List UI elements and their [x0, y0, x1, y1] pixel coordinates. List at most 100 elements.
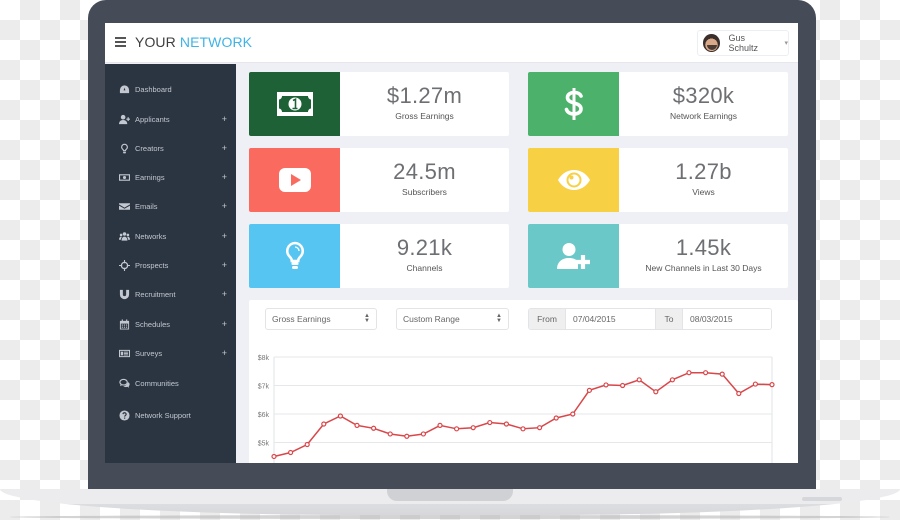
sidebar-item-schedules[interactable]: Schedules + — [105, 313, 236, 335]
data-point — [686, 370, 692, 376]
sidebar-item-label: Emails — [135, 201, 158, 211]
sidebar-item-networks[interactable]: Networks + — [105, 225, 236, 247]
menu-icon[interactable] — [115, 37, 126, 47]
add-user-icon — [118, 113, 130, 125]
from-date-input[interactable]: 07/04/2015 — [566, 309, 656, 329]
crosshairs-icon — [118, 259, 130, 271]
data-point — [321, 421, 327, 427]
data-point — [669, 377, 675, 383]
chart-panel: Gross Earnings ▲ ▼ Custom Range ▲ ▼ From 0… — [249, 300, 798, 463]
card-icon-bg — [249, 224, 340, 288]
expand-plus-icon[interactable]: + — [222, 231, 227, 241]
from-label: From — [529, 309, 566, 329]
metric-select[interactable]: Gross Earnings ▲ ▼ — [265, 308, 377, 330]
brand-text-primary: YOUR — [135, 34, 176, 50]
money-bill-icon — [276, 92, 313, 116]
data-point — [437, 422, 443, 429]
stat-label: Subscribers — [402, 187, 447, 197]
laptop-notch — [387, 489, 513, 501]
data-point — [586, 387, 592, 393]
earnings-line-chart: $5k $6k $7k $8k — [258, 355, 775, 463]
stat-value: $320k — [672, 83, 735, 108]
data-point — [287, 449, 294, 456]
data-point — [420, 431, 426, 437]
y-tick-label: $8k — [258, 355, 270, 362]
user-name: Gus Schultz — [728, 33, 758, 53]
expand-plus-icon[interactable]: + — [222, 114, 227, 124]
stat-label: Network Earnings — [669, 111, 738, 121]
laptop-shadow — [10, 515, 890, 519]
sidebar-item-prospects[interactable]: Prospects + — [105, 254, 236, 276]
card-icon-bg — [249, 148, 340, 212]
sidebar-item-label: Applicants — [135, 114, 170, 124]
stat-label: Channels — [406, 263, 443, 273]
brand-logo[interactable]: YOUR NETWORK — [135, 34, 252, 50]
comments-icon — [118, 377, 130, 389]
data-point — [719, 371, 725, 377]
data-point — [470, 425, 476, 431]
lightbulb-icon — [118, 142, 130, 154]
expand-plus-icon[interactable]: + — [222, 260, 227, 270]
dashboard-icon — [118, 83, 130, 95]
sidebar-item-surveys[interactable]: Surveys + — [105, 342, 236, 364]
user-menu[interactable]: Gus Schultz ▾ — [697, 30, 789, 56]
card-icon-bg — [249, 72, 340, 136]
stat-value: $1.27m — [386, 83, 463, 108]
expand-plus-icon[interactable]: + — [222, 172, 227, 182]
data-point — [620, 382, 626, 389]
sidebar-item-label: Creators — [135, 143, 164, 153]
youtube-play-icon — [278, 168, 311, 192]
stat-label: Gross Earnings — [395, 111, 454, 121]
sidebar-item-earnings[interactable]: Earnings + — [105, 166, 236, 188]
question-circle-icon — [118, 409, 130, 421]
expand-plus-icon[interactable]: + — [222, 319, 227, 329]
sidebar-item-communities[interactable]: Communities — [105, 372, 236, 394]
sidebar-item-emails[interactable]: Emails + — [105, 195, 236, 217]
range-select-value: Custom Range — [403, 314, 460, 324]
card-body: 1.45k New Channels in Last 30 Days — [619, 224, 788, 288]
expand-plus-icon[interactable]: + — [222, 348, 227, 358]
data-point — [752, 381, 758, 387]
avatar — [703, 34, 721, 52]
stat-card-subscribers[interactable]: 24.5m Subscribers — [249, 148, 509, 212]
card-body: 24.5m Subscribers — [340, 148, 509, 212]
data-point — [769, 382, 775, 388]
data-point — [736, 390, 742, 397]
stat-card-network-earnings[interactable]: $320k Network Earnings — [528, 72, 788, 136]
sidebar-item-label: Surveys — [135, 348, 163, 358]
to-label: To — [656, 309, 683, 329]
sidebar-item-label: Earnings — [135, 172, 165, 182]
expand-plus-icon[interactable]: + — [222, 201, 227, 211]
card-body: 1.27b Views — [619, 148, 788, 212]
lightbulb-icon — [285, 241, 304, 269]
card-body: $320k Network Earnings — [619, 72, 788, 136]
range-select[interactable]: Custom Range ▲ ▼ — [396, 308, 509, 330]
stat-card-new-channels[interactable]: 1.45k New Channels in Last 30 Days — [528, 224, 788, 288]
sidebar-item-applicants[interactable]: Applicants + — [105, 108, 236, 130]
stat-label: New Channels in Last 30 Days — [645, 263, 762, 273]
data-point — [404, 433, 410, 439]
sidebar-item-recruitment[interactable]: Recruitment + — [105, 283, 236, 305]
data-point — [603, 382, 609, 388]
stat-value: 24.5m — [393, 159, 456, 184]
date-range-group: From 07/04/2015 To 08/03/2015 — [528, 308, 772, 330]
stat-card-channels[interactable]: 9.21k Channels — [249, 224, 509, 288]
sidebar-item-creators[interactable]: Creators + — [105, 137, 236, 159]
sidebar-item-label: Networks — [135, 231, 167, 241]
y-tick-label: $7k — [258, 384, 270, 391]
sidebar-item-dashboard[interactable]: Dashboard — [105, 78, 236, 100]
y-tick-label: $5k — [258, 441, 270, 448]
stat-value: 9.21k — [396, 235, 453, 260]
expand-plus-icon[interactable]: + — [222, 289, 227, 299]
to-date-input[interactable]: 08/03/2015 — [683, 309, 771, 329]
stat-value: 1.27b — [675, 159, 732, 184]
card-icon-bg — [528, 148, 619, 212]
chevron-down-icon: ▾ — [784, 40, 788, 47]
data-point — [520, 426, 526, 432]
user-plus-icon — [556, 243, 590, 269]
sidebar-item-network-support[interactable]: Network Support — [105, 404, 236, 426]
stat-card-views[interactable]: 1.27b Views — [528, 148, 788, 212]
stat-card-gross-earnings[interactable]: $1.27m Gross Earnings — [249, 72, 509, 136]
data-point — [553, 415, 559, 421]
expand-plus-icon[interactable]: + — [222, 143, 227, 153]
